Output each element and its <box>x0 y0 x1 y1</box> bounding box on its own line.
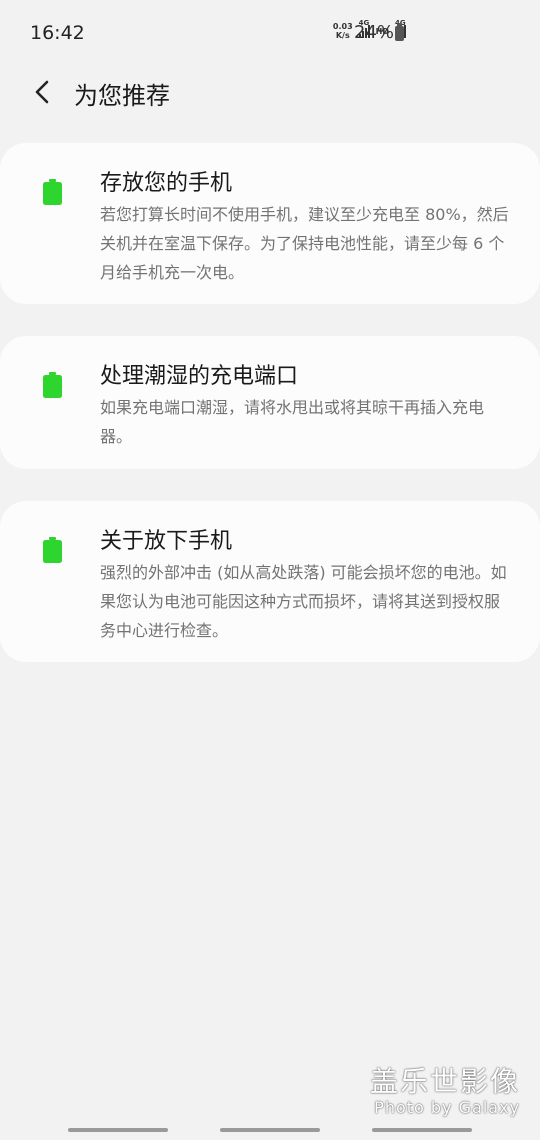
watermark-brand: 盖乐世影像 <box>369 1065 520 1098</box>
watermark-caption: Photo by Galaxy <box>374 1098 520 1117</box>
card-description: 强烈的外部冲击 (如从高处跌落) 可能会损坏您的电池。如果您认为电池可能因这种方… <box>100 563 507 640</box>
navigation-bar <box>0 1120 540 1140</box>
card-title: 关于放下手机 <box>100 529 233 554</box>
tip-card-dropping-phone[interactable]: 关于放下手机 强烈的外部冲击 (如从高处跌落) 可能会损坏您的电池。如果您认为电… <box>0 501 540 662</box>
network-speed-value: 0.03 <box>332 22 353 31</box>
page-title: 为您推荐 <box>74 82 170 110</box>
battery-icon <box>43 372 62 398</box>
network-speed: 0.03 K/s <box>333 22 353 40</box>
tip-card-wet-port[interactable]: 处理潮湿的充电端口 如果充电端口潮湿，请将水甩出或将其晾干再插入充电器。 <box>0 336 540 469</box>
battery-icon <box>43 179 62 205</box>
camera-watermark: 盖乐世影像 Photo by Galaxy <box>370 1066 520 1118</box>
card-description: 如果充电端口潮湿，请将水甩出或将其晾干再插入充电器。 <box>100 398 485 446</box>
nav-home-handle[interactable] <box>220 1128 320 1132</box>
card-description: 若您打算长时间不使用手机，建议至少充电至 80%，然后关机并在室温下保存。为了保… <box>100 205 509 282</box>
status-battery-icon <box>395 23 404 41</box>
card-title: 处理潮湿的充电端口 <box>100 364 299 389</box>
network-speed-unit: K/s <box>335 31 350 40</box>
app-bar: 为您推荐 <box>0 68 540 116</box>
status-bar: 16:42 0.03 K/s 4G HD 4G 24% <box>0 0 540 68</box>
battery-icon <box>43 537 62 563</box>
status-time: 16:42 <box>30 22 85 44</box>
card-title: 存放您的手机 <box>100 171 233 196</box>
back-button[interactable] <box>28 76 56 108</box>
nav-back-handle[interactable] <box>372 1128 472 1132</box>
tip-card-store-phone[interactable]: 存放您的手机 若您打算长时间不使用手机，建议至少充电至 80%，然后关机并在室温… <box>0 143 540 304</box>
battery-percent: 24% <box>354 22 395 43</box>
back-arrow-icon <box>35 80 49 104</box>
nav-recents-handle[interactable] <box>68 1128 168 1132</box>
